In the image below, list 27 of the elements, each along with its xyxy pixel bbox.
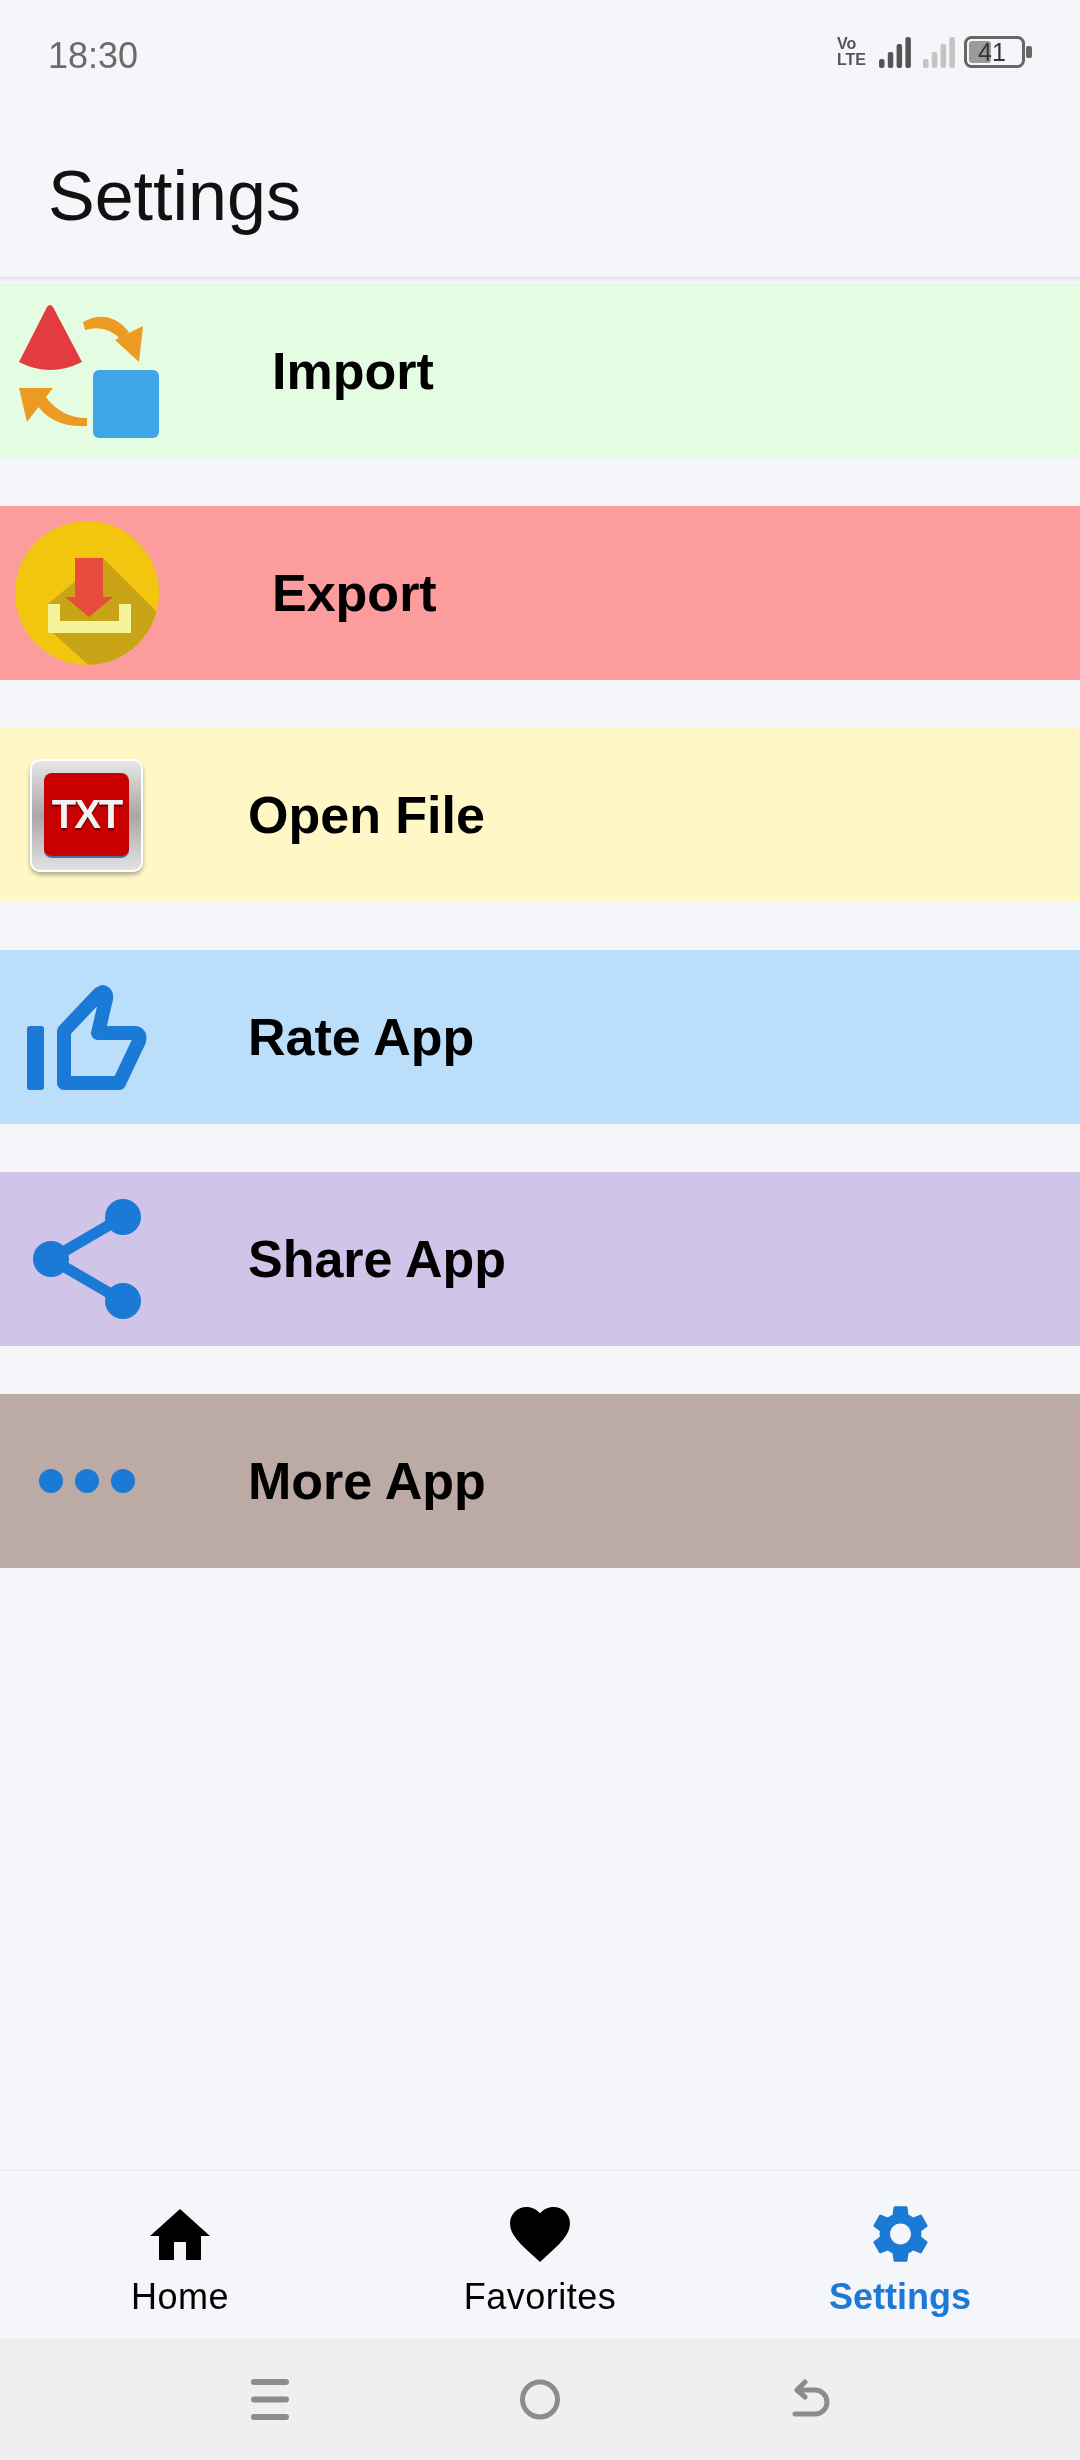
menu-item[interactable]: Export <box>0 506 1080 680</box>
thumbs-up-icon <box>27 984 147 1090</box>
signal-icon <box>879 36 911 68</box>
file-type-label: TXT <box>51 794 122 834</box>
home-icon <box>150 2208 210 2260</box>
menu-item[interactable]: TXT Open File <box>0 728 1080 902</box>
menu-item[interactable]: Import <box>0 284 1080 458</box>
download-icon <box>15 521 159 665</box>
menu-item[interactable]: More App <box>0 1394 1080 1568</box>
battery-percent: 41 <box>978 40 1006 65</box>
nav-tab[interactable]: Settings <box>720 2171 1080 2339</box>
heart-icon <box>510 2206 570 2262</box>
home-button-icon[interactable] <box>518 2379 561 2420</box>
settings-icon <box>871 2205 929 2263</box>
back-icon[interactable] <box>790 2379 830 2420</box>
signal-icon <box>923 36 955 68</box>
more-icon <box>39 1469 135 1493</box>
nav-tab[interactable]: Home <box>0 2171 360 2339</box>
status-time: 18:30 <box>48 38 139 74</box>
battery-icon <box>964 36 1032 68</box>
nav-tab[interactable]: Favorites <box>360 2171 720 2339</box>
menu-item[interactable]: Share App <box>0 1172 1080 1346</box>
network-type-label: Vo LTE <box>836 36 866 68</box>
menu-icon[interactable] <box>250 2379 289 2420</box>
menu-item[interactable]: Rate App <box>0 950 1080 1124</box>
share-icon <box>33 1199 141 1319</box>
shapes-arrows-icon <box>19 304 159 438</box>
